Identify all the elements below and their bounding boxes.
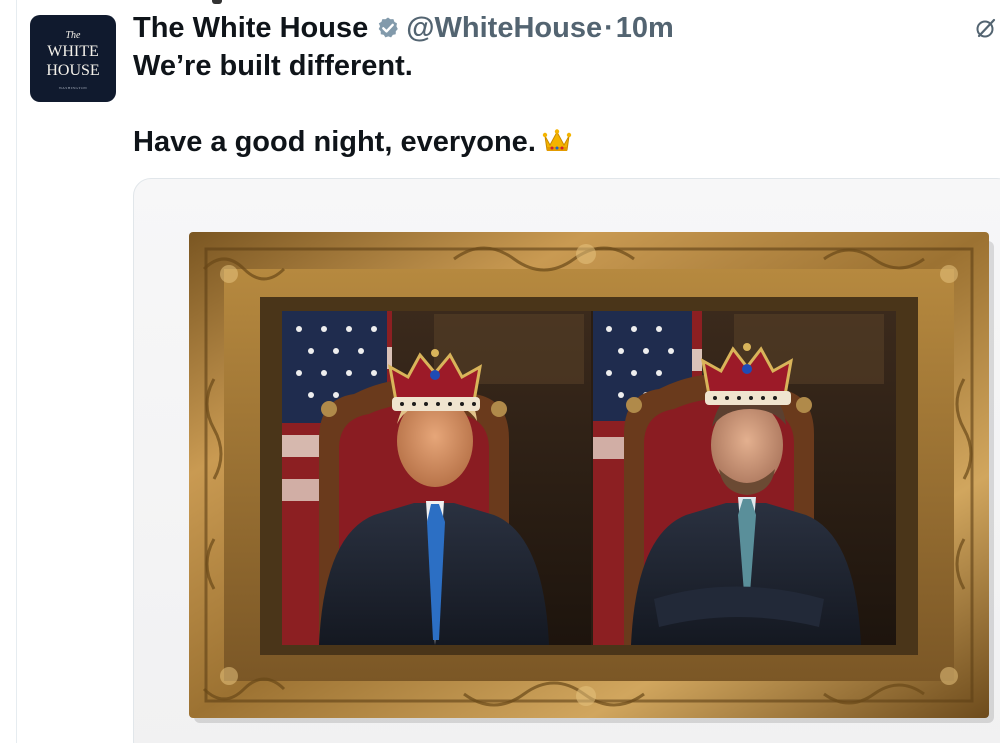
avatar-text-sub: WASHINGTON bbox=[58, 86, 88, 90]
verified-badge-icon bbox=[376, 16, 400, 40]
timeline-divider bbox=[16, 0, 17, 743]
author-handle[interactable]: @WhiteHouse bbox=[406, 12, 602, 45]
tweet-view: The WHITE HOUSE WASHINGTON The White Hou… bbox=[0, 0, 1000, 743]
tweet-text-line-1: We’re built different. bbox=[133, 50, 413, 82]
tweet-header: The White House @WhiteHouse · 10m bbox=[133, 8, 674, 48]
crown-emoji-icon bbox=[542, 128, 572, 154]
framed-portrait-image bbox=[189, 232, 994, 723]
meta-separator: · bbox=[604, 11, 614, 44]
avatar-text-the: The bbox=[65, 30, 81, 41]
previous-item-edge bbox=[212, 0, 222, 4]
tweet-timestamp[interactable]: 10m bbox=[616, 12, 674, 45]
author-display-name[interactable]: The White House bbox=[133, 12, 368, 45]
tweet-text-line-2-text: Have a good night, everyone. bbox=[133, 126, 536, 158]
tweet-text-line-2: Have a good night, everyone. bbox=[133, 126, 572, 159]
tweet-media-card[interactable] bbox=[133, 178, 1000, 743]
avatar-text-white: WHITE bbox=[47, 43, 99, 60]
avatar-text-house: HOUSE bbox=[46, 62, 100, 79]
avatar[interactable]: The WHITE HOUSE WASHINGTON bbox=[30, 15, 116, 102]
grok-icon[interactable] bbox=[975, 17, 997, 39]
